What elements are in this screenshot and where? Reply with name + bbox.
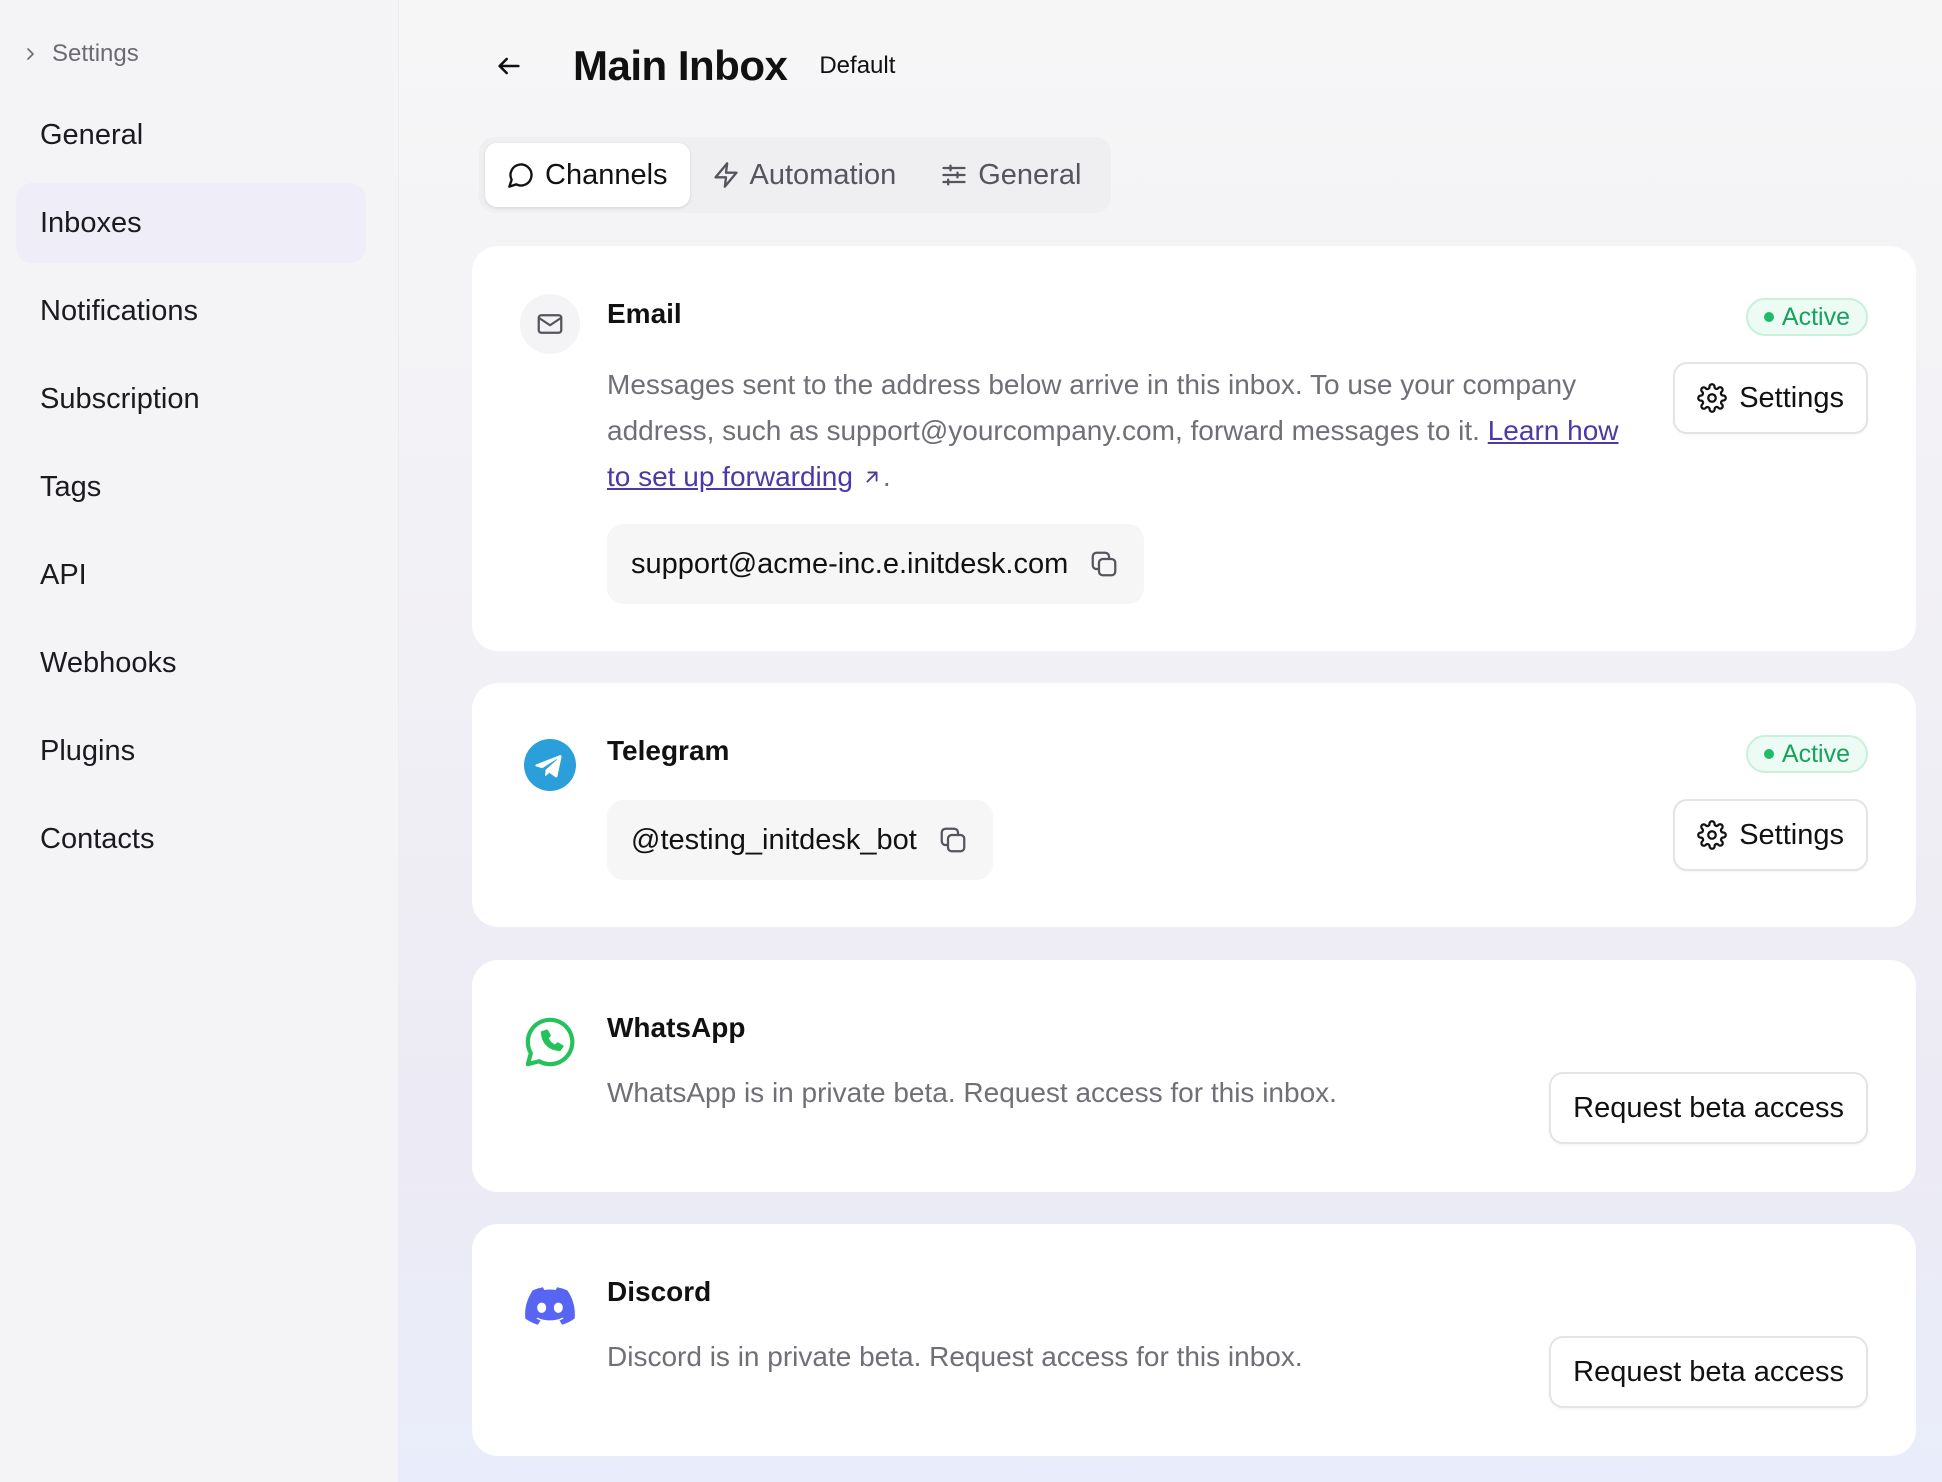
tab-automation[interactable]: Automation [690, 143, 919, 207]
sidebar-item-label: General [40, 118, 144, 151]
sidebar-item-tags[interactable]: Tags [16, 447, 366, 527]
mail-icon [520, 294, 580, 354]
status-dot [1763, 749, 1774, 759]
sidebar-item-contacts[interactable]: Contacts [16, 799, 366, 879]
page-header: Main Inbox Default [489, 36, 895, 96]
tab-channels[interactable]: Channels [485, 143, 690, 207]
tab-label: Automation [749, 158, 897, 191]
channel-name: WhatsApp [607, 1012, 746, 1043]
description-end: . [882, 461, 891, 492]
copy-icon [940, 827, 966, 853]
settings-sidebar: Settings General Inboxes Notifications S… [0, 0, 399, 1482]
gear-icon [1697, 820, 1728, 850]
whatsapp-request-beta-button[interactable]: Request beta access [1549, 1072, 1868, 1144]
sidebar-item-label: Contacts [40, 822, 155, 855]
channel-name: Telegram [607, 735, 730, 766]
sidebar-item-webhooks[interactable]: Webhooks [16, 623, 366, 703]
breadcrumb[interactable]: Settings [22, 38, 139, 70]
sidebar-item-label: Subscription [40, 382, 200, 415]
arrow-left-icon [498, 57, 520, 75]
channel-description: Messages sent to the address below arriv… [607, 362, 1627, 500]
sidebar-item-plugins[interactable]: Plugins [16, 711, 366, 791]
status-badge: Active [1745, 735, 1868, 773]
copy-handle-button[interactable] [937, 824, 969, 856]
whatsapp-icon [520, 1012, 580, 1072]
sidebar-item-label: Tags [40, 470, 102, 503]
chevron-right-icon [27, 48, 34, 60]
telegram-icon [520, 735, 580, 795]
channel-description: Discord is in private beta. Request acce… [607, 1341, 1303, 1372]
sidebar-item-inboxes[interactable]: Inboxes [16, 183, 366, 263]
sidebar-item-subscription[interactable]: Subscription [16, 359, 366, 439]
email-settings-button[interactable]: Settings [1673, 362, 1868, 434]
button-label: Settings [1739, 818, 1844, 851]
sidebar-item-label: Inboxes [40, 206, 142, 239]
sidebar-item-general[interactable]: General [16, 95, 366, 175]
button-label: Request beta access [1573, 1091, 1844, 1124]
status-badge: Active [1745, 298, 1868, 336]
email-address: support@acme-inc.e.initdesk.com [631, 547, 1069, 580]
message-circle-icon [508, 163, 533, 188]
button-label: Request beta access [1573, 1355, 1844, 1388]
status-label: Active [1781, 302, 1850, 331]
tab-bar: Channels Automation General [479, 137, 1111, 213]
copy-icon [1091, 551, 1117, 577]
copy-email-button[interactable] [1088, 548, 1120, 580]
status-label: Active [1781, 739, 1850, 768]
button-label: Settings [1739, 381, 1844, 414]
discord-icon [520, 1276, 580, 1336]
default-tag: Default [819, 52, 896, 79]
sidebar-item-label: API [40, 558, 87, 591]
sidebar-item-notifications[interactable]: Notifications [16, 271, 366, 351]
lightning-icon [713, 162, 738, 188]
telegram-handle: @testing_initdesk_bot [631, 823, 917, 856]
sidebar-item-label: Notifications [40, 294, 198, 327]
main-content: Main Inbox Default Channels Automation G… [399, 0, 1942, 1482]
sidebar-item-label: Plugins [40, 734, 136, 767]
telegram-handle-field: @testing_initdesk_bot [607, 800, 993, 880]
telegram-settings-button[interactable]: Settings [1673, 799, 1868, 871]
gear-icon [1697, 383, 1728, 413]
channel-card-whatsapp: WhatsApp WhatsApp is in private beta. Re… [472, 960, 1916, 1192]
sidebar-item-label: Webhooks [40, 646, 177, 679]
sidebar-item-api[interactable]: API [16, 535, 366, 615]
tab-label: General [978, 158, 1082, 191]
tab-label: Channels [545, 158, 668, 191]
channel-card-telegram: Telegram Active Settings @testing_initde… [472, 683, 1916, 927]
channel-description: WhatsApp is in private beta. Request acc… [607, 1077, 1337, 1108]
sliders-icon [942, 164, 966, 186]
tab-general[interactable]: General [918, 143, 1103, 207]
breadcrumb-label: Settings [52, 40, 139, 67]
discord-request-beta-button[interactable]: Request beta access [1549, 1336, 1868, 1408]
status-dot [1763, 312, 1774, 322]
channel-name: Discord [607, 1276, 712, 1307]
channel-card-email: Email Active Messages sent to the addres… [472, 246, 1916, 651]
arrow-up-right-icon [866, 471, 878, 483]
email-address-field: support@acme-inc.e.initdesk.com [607, 524, 1145, 604]
channel-name: Email [607, 298, 682, 329]
page-title: Main Inbox [573, 42, 788, 89]
channel-card-discord: Discord Discord is in private beta. Requ… [472, 1224, 1916, 1456]
description-text: Messages sent to the address below arriv… [607, 369, 1577, 446]
back-button[interactable] [489, 46, 529, 86]
